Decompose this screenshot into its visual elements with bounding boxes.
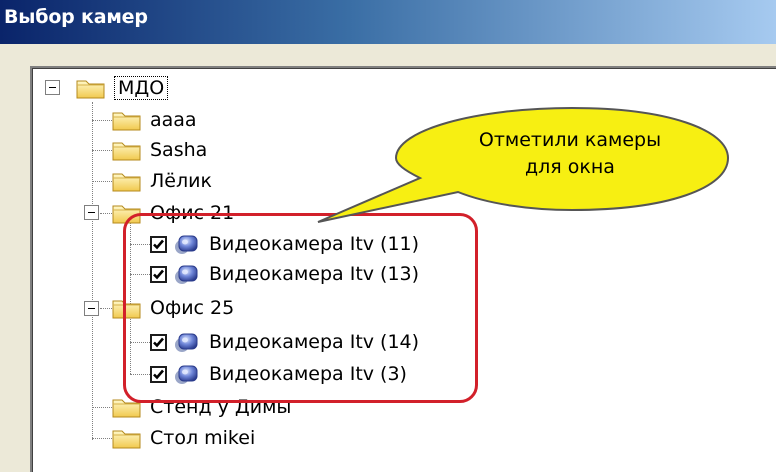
tree-node-folder[interactable]: Стол mikei bbox=[112, 423, 255, 453]
tree-connector bbox=[100, 213, 112, 214]
tree-connector bbox=[92, 407, 112, 408]
callout-line-1: Отметили камеры bbox=[478, 129, 662, 151]
folder-icon bbox=[112, 427, 142, 449]
tree-connector bbox=[100, 308, 112, 309]
tree-node-folder[interactable]: Лёлик bbox=[112, 166, 212, 196]
folder-icon bbox=[112, 170, 142, 192]
tree-connector bbox=[92, 181, 112, 182]
tree-connector bbox=[92, 102, 93, 440]
tree-node-label: Лёлик bbox=[150, 170, 212, 192]
tree-node-folder[interactable]: Sasha bbox=[112, 135, 207, 165]
tree-node-folder[interactable]: aaaa bbox=[112, 105, 197, 135]
tree-node-root[interactable]: МДО bbox=[76, 73, 169, 103]
folder-icon bbox=[112, 139, 142, 161]
folder-icon bbox=[112, 109, 142, 131]
folder-open-icon bbox=[76, 77, 106, 99]
tree-node-label: Стол mikei bbox=[150, 427, 256, 449]
tree-connector bbox=[92, 120, 112, 121]
collapse-toggle-ofis-25[interactable] bbox=[84, 301, 99, 316]
callout-line-2: для окна bbox=[525, 156, 615, 178]
tree-node-label: МДО bbox=[114, 76, 169, 100]
selection-highlight-outline bbox=[123, 213, 478, 403]
callout-text: Отметили камеры для окна bbox=[440, 127, 700, 181]
window-title-bar: Выбор камер bbox=[0, 0, 776, 44]
collapse-toggle-root[interactable] bbox=[45, 80, 60, 95]
tree-node-label: aaaa bbox=[150, 109, 197, 131]
window-title: Выбор камер bbox=[4, 6, 148, 28]
collapse-toggle-ofis-21[interactable] bbox=[84, 205, 99, 220]
tree-node-label: Sasha bbox=[150, 139, 208, 161]
tree-connector bbox=[92, 150, 112, 151]
tree-connector bbox=[92, 438, 112, 439]
